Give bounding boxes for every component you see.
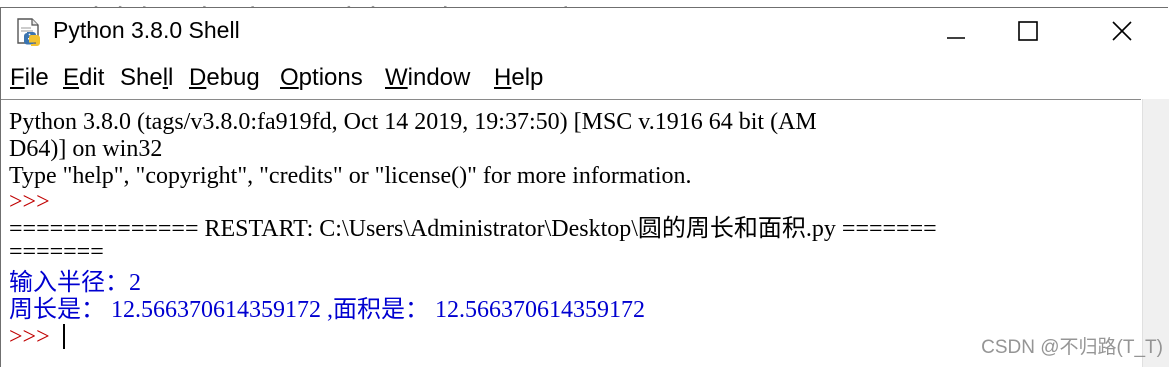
- menu-debug[interactable]: Debug: [189, 64, 260, 92]
- restart-line: =======: [9, 239, 104, 265]
- shell-prompt: >>>: [9, 324, 50, 350]
- maximize-button[interactable]: [1005, 8, 1051, 54]
- idle-shell-window: Python 3.8.0 Shell File Edit Shell Debug…: [0, 7, 1169, 368]
- close-button[interactable]: [1099, 8, 1145, 54]
- output-line: 周长是： 12.566370614359172 ,面积是： 12.5663706…: [9, 297, 645, 323]
- menu-help[interactable]: Help: [494, 64, 543, 92]
- menu-shell[interactable]: Shell: [120, 64, 173, 92]
- minimize-icon: [947, 37, 965, 39]
- restart-line: ============== RESTART: C:\Users\Adminis…: [9, 216, 937, 242]
- shell-text-area[interactable]: Python 3.8.0 (tags/v3.8.0:fa919fd, Oct 1…: [1, 99, 1141, 368]
- banner-line: D64)] on win32: [9, 136, 163, 162]
- minimize-button[interactable]: [931, 8, 977, 54]
- menu-bar: File Edit Shell Debug Options Window Hel…: [1, 58, 1168, 96]
- vertical-scrollbar[interactable]: [1142, 99, 1169, 367]
- close-icon: [1112, 21, 1132, 41]
- menu-file[interactable]: File: [10, 64, 49, 92]
- window-title: Python 3.8.0 Shell: [53, 17, 240, 43]
- title-bar[interactable]: Python 3.8.0 Shell: [1, 8, 1168, 54]
- banner-line: Python 3.8.0 (tags/v3.8.0:fa919fd, Oct 1…: [9, 109, 817, 135]
- maximize-icon: [1018, 21, 1038, 41]
- menu-edit[interactable]: Edit: [63, 64, 104, 92]
- menu-window[interactable]: Window: [385, 64, 470, 92]
- shell-prompt: >>>: [9, 189, 50, 215]
- watermark: CSDN @不归路(T_T): [981, 337, 1163, 358]
- banner-line: Type "help", "copyright", "credits" or "…: [9, 163, 692, 189]
- text-cursor: [63, 324, 65, 349]
- python-idle-icon: [17, 18, 40, 46]
- menu-options[interactable]: Options: [280, 64, 363, 92]
- output-line: 输入半径：2: [9, 270, 141, 296]
